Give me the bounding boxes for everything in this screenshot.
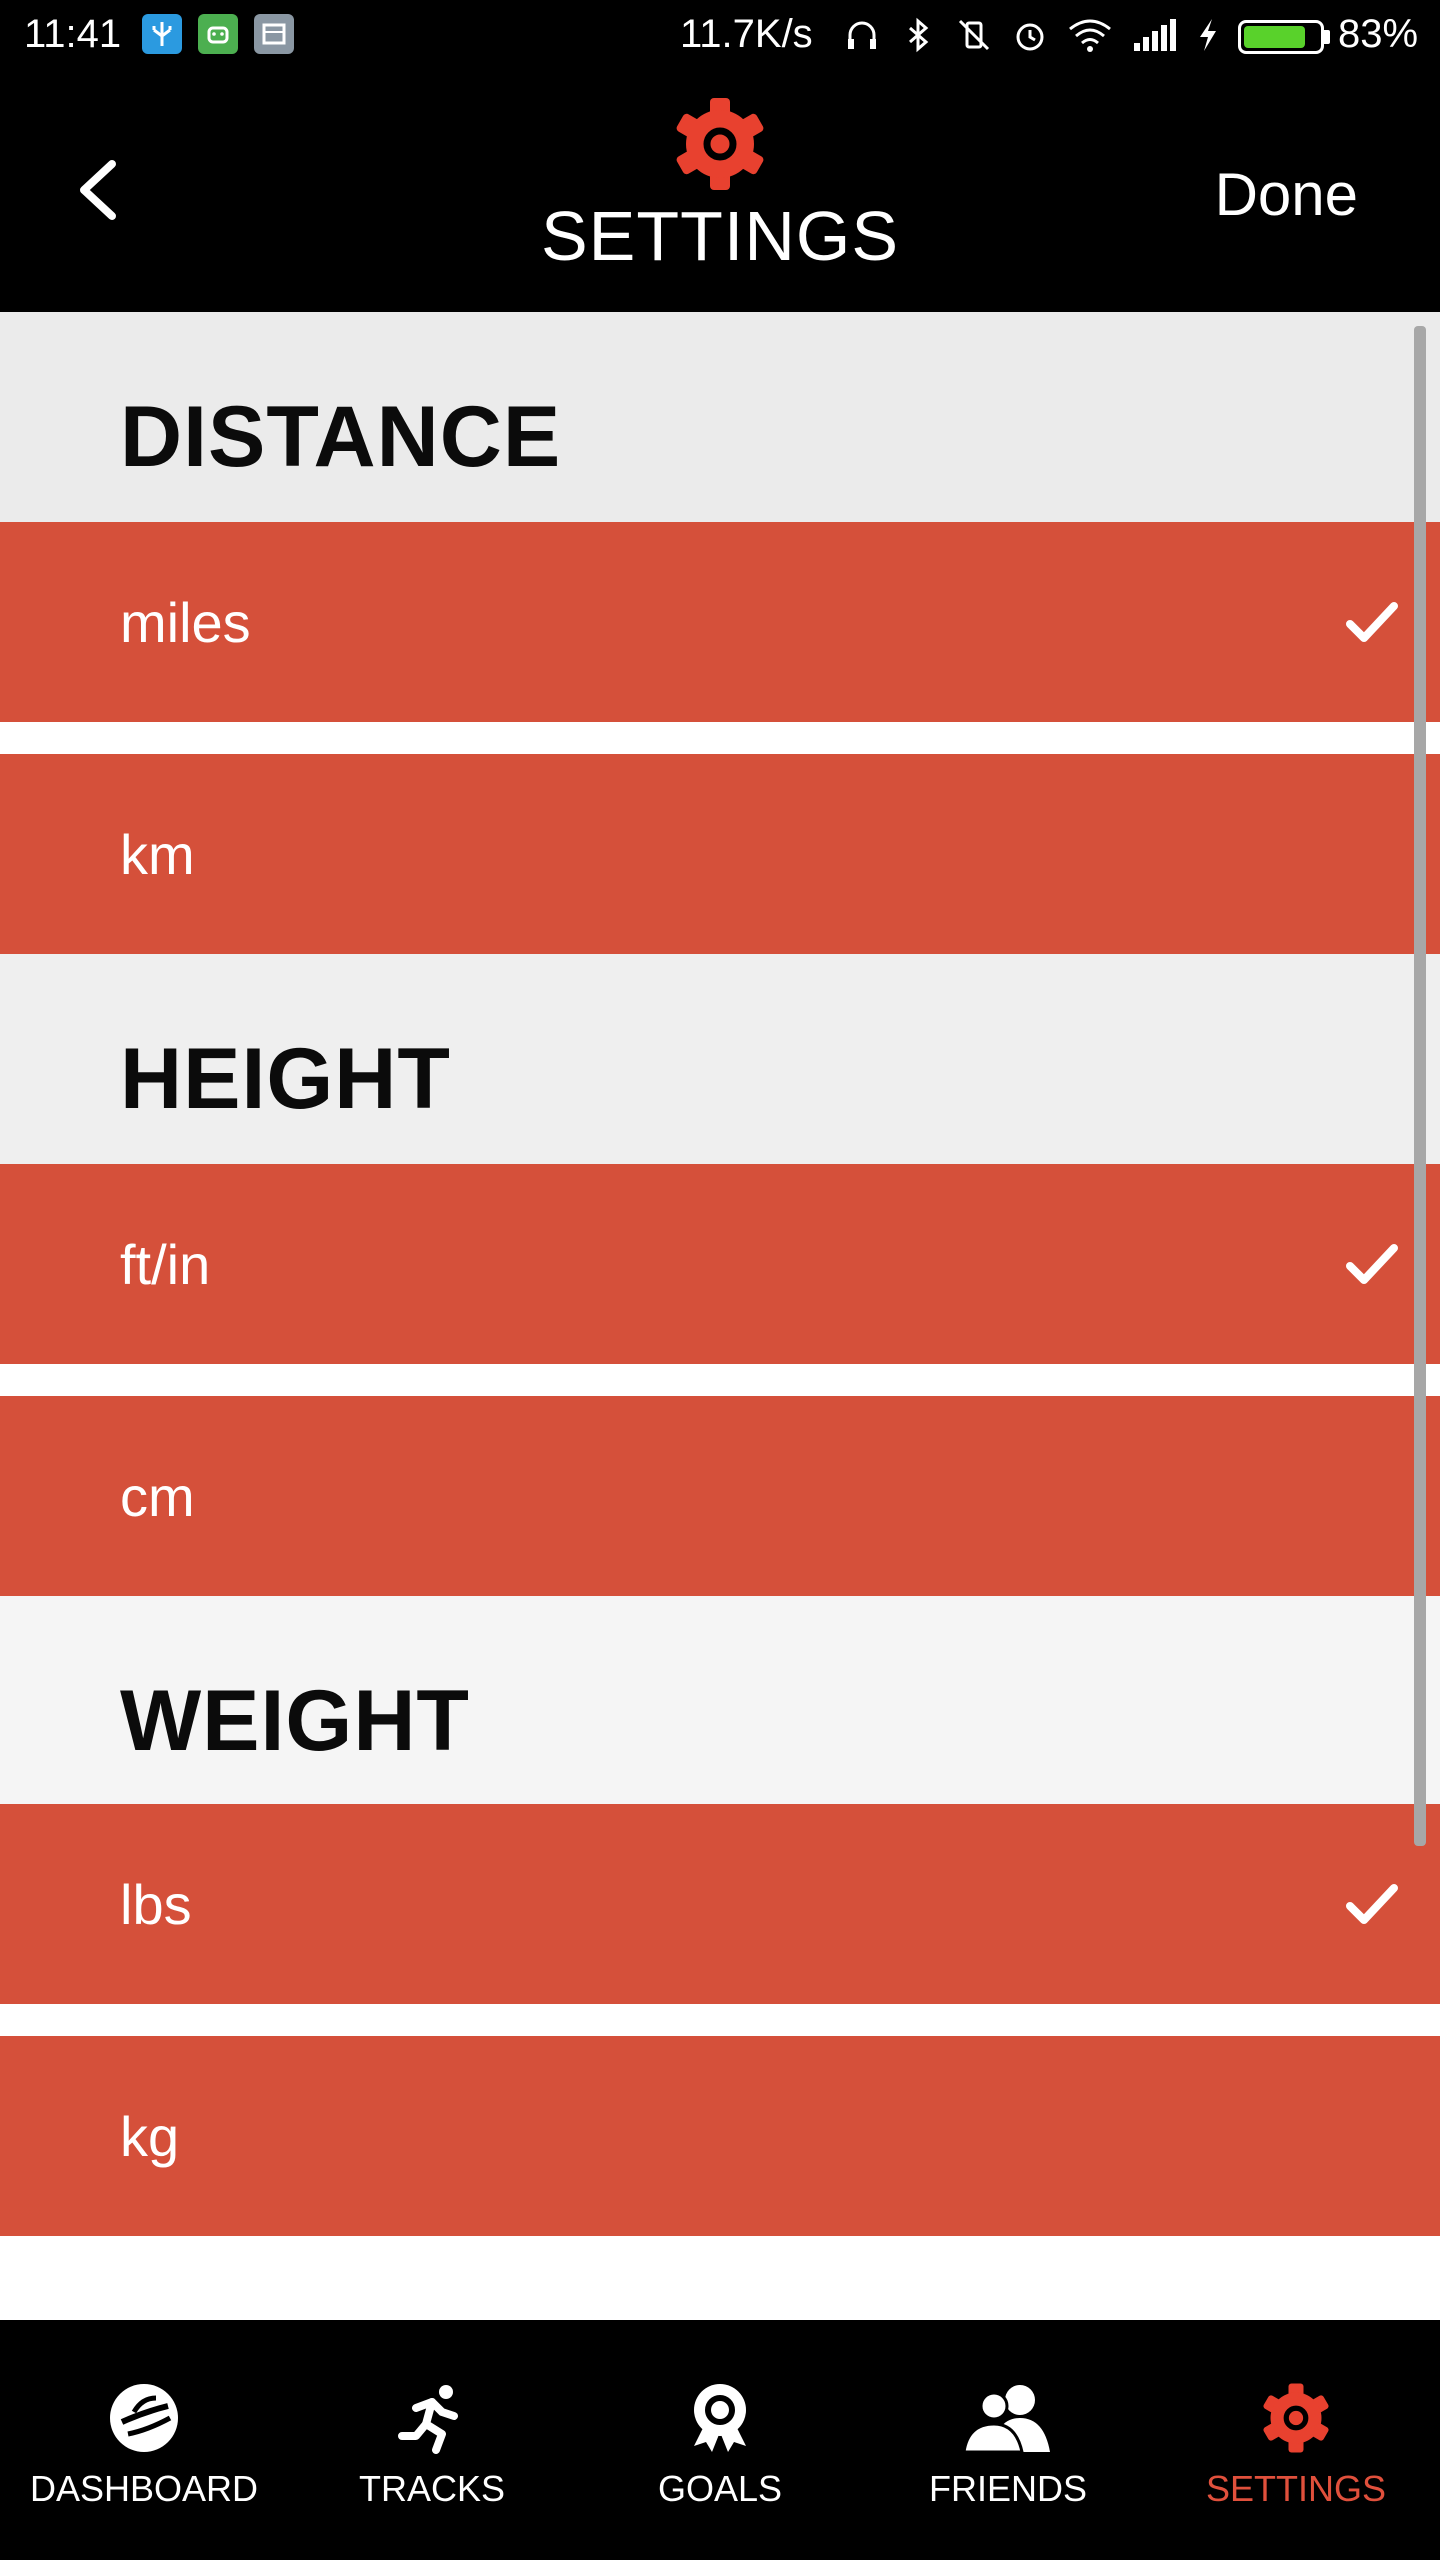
- battery-tip: [1324, 30, 1330, 44]
- option-kg[interactable]: kg: [0, 2036, 1440, 2236]
- section-title: WEIGHT: [120, 1673, 470, 1769]
- section-title: HEIGHT: [120, 1031, 451, 1127]
- nav-label: SETTINGS: [1205, 2468, 1387, 2509]
- gear-icon: [1260, 2382, 1332, 2454]
- scrollbar[interactable]: [1414, 326, 1426, 1846]
- option-label: ft/in: [120, 1233, 211, 1296]
- vibrate-off-icon: [954, 15, 994, 55]
- headphones-icon: [842, 15, 882, 55]
- nav-dashboard[interactable]: DASHBOARD: [0, 2320, 288, 2560]
- nav-tracks[interactable]: TRACKS: [288, 2320, 576, 2560]
- option-label: km: [120, 823, 195, 886]
- gear-icon: [672, 96, 768, 192]
- check-icon: [1344, 1240, 1400, 1288]
- award-ribbon-icon: [684, 2382, 756, 2454]
- status-bar: 11:41 11.7K/s 83%: [0, 0, 1440, 72]
- charging-icon: [1194, 15, 1222, 55]
- status-time: 11:41: [24, 12, 122, 56]
- runner-icon: [396, 2382, 468, 2454]
- section-header-distance: DISTANCE: [0, 312, 1440, 522]
- bottom-nav: DASHBOARD TRACKS GOALS FRIENDS SETTINGS: [0, 2320, 1440, 2560]
- option-ft-in[interactable]: ft/in: [0, 1164, 1440, 1364]
- nav-label: GOALS: [657, 2468, 783, 2509]
- signal-icon: [1130, 15, 1178, 55]
- android-icon: [198, 14, 238, 54]
- option-label: miles: [120, 591, 251, 654]
- check-icon: [1344, 1880, 1400, 1928]
- section-title: DISTANCE: [120, 389, 562, 485]
- option-label: lbs: [120, 1873, 192, 1936]
- nav-goals[interactable]: GOALS: [576, 2320, 864, 2560]
- nav-label: TRACKS: [358, 2468, 506, 2509]
- nav-label: FRIENDS: [928, 2468, 1087, 2509]
- nav-label: DASHBOARD: [29, 2468, 259, 2509]
- network-speed: 11.7K/s: [680, 12, 813, 56]
- status-icons: [842, 10, 1238, 60]
- usb-icon: [142, 14, 182, 54]
- battery-level: [1244, 26, 1306, 48]
- nav-friends[interactable]: FRIENDS: [864, 2320, 1152, 2560]
- battery-percent: 83%: [1338, 12, 1419, 56]
- app-header: SETTINGS Done: [0, 72, 1440, 312]
- message-icon: [254, 14, 294, 54]
- check-icon: [1344, 598, 1400, 646]
- option-cm[interactable]: cm: [0, 1396, 1440, 1596]
- done-button[interactable]: Done: [1215, 160, 1358, 229]
- nav-settings[interactable]: SETTINGS: [1152, 2320, 1440, 2560]
- settings-list[interactable]: DISTANCE miles km HEIGHT ft/in cm WEIGHT…: [0, 312, 1440, 2320]
- option-lbs[interactable]: lbs: [0, 1804, 1440, 2004]
- wifi-icon: [1066, 15, 1114, 55]
- section-header-weight: WEIGHT: [0, 1596, 1440, 1806]
- option-label: cm: [120, 1465, 195, 1528]
- option-km[interactable]: km: [0, 754, 1440, 954]
- battery-icon: [1238, 20, 1324, 54]
- alarm-icon: [1010, 15, 1050, 55]
- section-header-height: HEIGHT: [0, 954, 1440, 1164]
- bluetooth-icon: [898, 15, 938, 55]
- friends-icon: [960, 2382, 1056, 2454]
- option-miles[interactable]: miles: [0, 522, 1440, 722]
- dashboard-logo-icon: [108, 2382, 180, 2454]
- option-label: kg: [120, 2105, 180, 2168]
